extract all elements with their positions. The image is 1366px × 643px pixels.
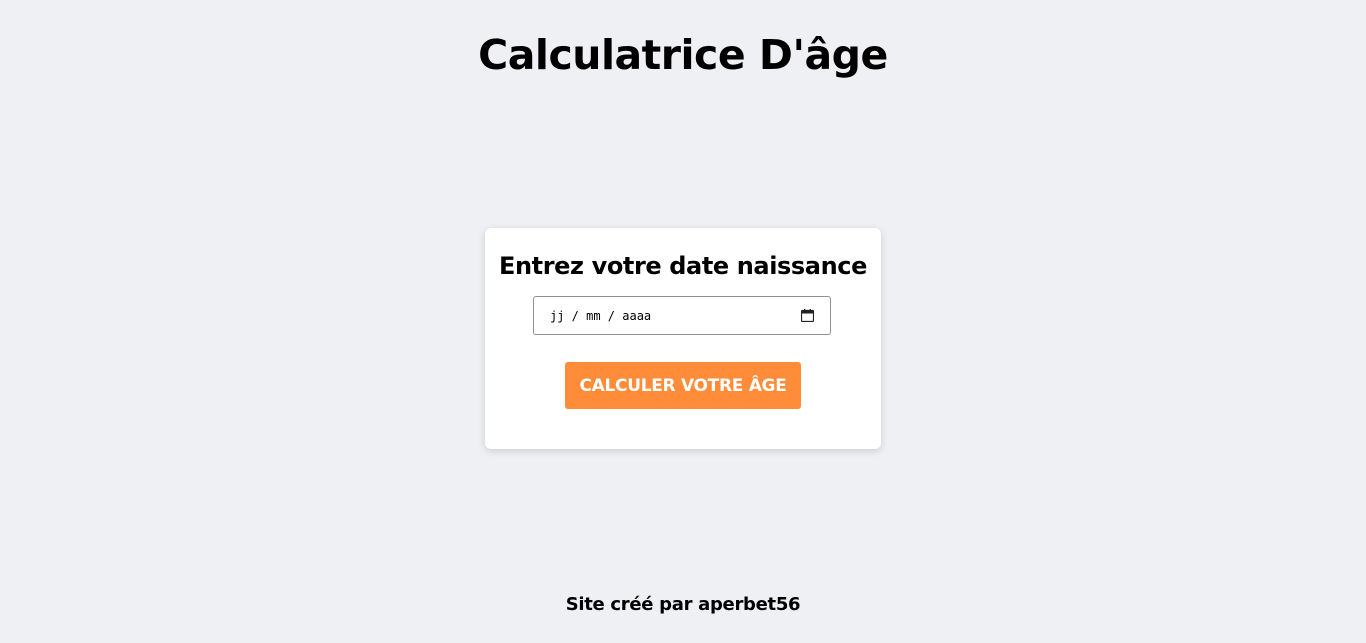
birthdate-input[interactable]: jj / mm / aaaa (533, 296, 831, 335)
form-heading: Entrez votre date naissance (498, 252, 867, 280)
footer-credit: Site créé par aperbet56 (565, 594, 801, 615)
age-form-card: Entrez votre date naissance jj / mm / aa… (485, 228, 881, 449)
calculate-age-button[interactable]: CALCULER VOTRE ÂGE (565, 362, 801, 409)
date-placeholder: jj / mm / aaaa (550, 309, 652, 323)
page: Calculatrice D'âge Entrez votre date nai… (0, 0, 1366, 643)
page-title: Calculatrice D'âge (478, 31, 888, 79)
calendar-icon[interactable] (801, 309, 814, 322)
